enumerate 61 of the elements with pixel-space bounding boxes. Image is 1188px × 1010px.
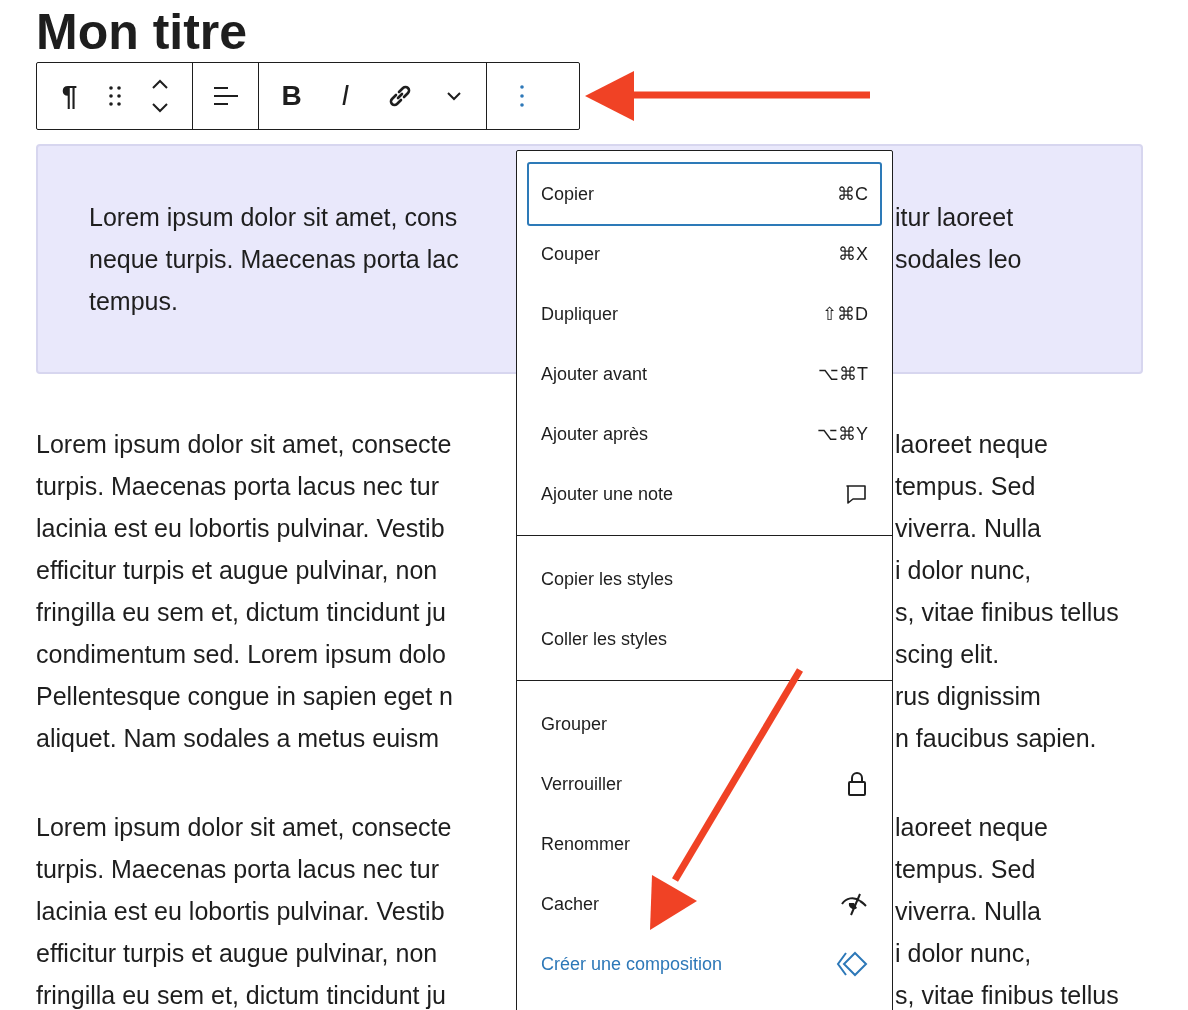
lock-icon [846, 771, 868, 797]
paragraph-text: s, vitae finibus tellus [895, 980, 1120, 1010]
chevron-down-icon [445, 91, 462, 101]
paragraph-text: laoreet neque [895, 429, 1049, 459]
paragraph-text: viverra. Nulla [895, 896, 1042, 926]
menu-item[interactable]: Copier ⌘C [527, 162, 882, 226]
hidden-eye-icon [840, 891, 868, 917]
paragraph-text: sodales leo [895, 244, 1023, 274]
paragraph-text: Lorem ipsum dolor sit amet, consecte [36, 429, 453, 459]
paragraph-text: laoreet neque [895, 812, 1049, 842]
menu-item[interactable]: Ajouter après ⌥⌘Y [527, 404, 882, 464]
paragraph-text: efficitur turpis et augue pulvinar, non [36, 938, 439, 968]
menu-item[interactable]: Créer une composition [527, 934, 882, 994]
bold-button[interactable]: B [269, 72, 314, 120]
shortcut-text: ⇧⌘D [822, 303, 868, 325]
menu-item[interactable]: Copier les styles [527, 549, 882, 609]
comment-icon [844, 482, 868, 506]
paragraph-text: lacinia est eu lobortis pulvinar. Vestib [36, 896, 446, 926]
shortcut-text: ⌘X [838, 243, 868, 265]
drag-dots-icon [108, 85, 121, 107]
menu-item[interactable]: Couper ⌘X [527, 224, 882, 284]
menu-item[interactable]: Verrouiller [527, 754, 882, 814]
paragraph-text: aliquet. Nam sodales a metus euism [36, 723, 440, 753]
block-type-button[interactable]: ¶ [47, 72, 92, 120]
paragraph-text: tempus. [89, 286, 179, 316]
paragraph-text: tempus. Sed [895, 854, 1037, 884]
paragraph-text: Pellentesque congue in sapien eget n [36, 681, 454, 711]
menu-item[interactable]: Cacher [527, 874, 882, 934]
chevron-up-down-icon [149, 78, 170, 114]
paragraph-text: n faucibus sapien. [895, 723, 1098, 753]
diamond-icon [836, 951, 868, 977]
paragraph-text: fringilla eu sem et, dictum tincidunt ju [36, 980, 447, 1010]
align-left-icon [212, 85, 239, 107]
paragraph-text: i dolor nunc, [895, 555, 1033, 585]
menu-item[interactable]: Coller les styles [527, 609, 882, 669]
paragraph-text: tempus. Sed [895, 471, 1037, 501]
paragraph-text: lacinia est eu lobortis pulvinar. Vestib [36, 513, 446, 543]
paragraph-text: viverra. Nulla [895, 513, 1042, 543]
paragraph-text: i dolor nunc, [895, 938, 1033, 968]
shortcut-text: ⌥⌘Y [817, 423, 868, 445]
paragraph-text: turpis. Maecenas porta lacus nec tur [36, 471, 440, 501]
menu-item[interactable]: Grouper [527, 694, 882, 754]
paragraph-text: scing elit. [895, 639, 1001, 669]
paragraph-text: condimentum sed. Lorem ipsum dolo [36, 639, 447, 669]
paragraph-text: Lorem ipsum dolor sit amet, consecte [36, 812, 453, 842]
paragraph-text: neque turpis. Maecenas porta lac [89, 244, 460, 274]
menu-item[interactable]: Dupliquer ⇧⌘D [527, 284, 882, 344]
shortcut-text: ⌘C [837, 183, 868, 205]
italic-button[interactable]: I [323, 72, 368, 120]
shortcut-text: ⌥⌘T [818, 363, 868, 385]
paragraph-text: s, vitae finibus tellus [895, 597, 1120, 627]
paragraph-text: efficitur turpis et augue pulvinar, non [36, 555, 439, 585]
paragraph-text: turpis. Maecenas porta lacus nec tur [36, 854, 440, 884]
menu-item[interactable]: Renommer [527, 814, 882, 874]
paragraph-text: rus dignissim [895, 681, 1042, 711]
menu-item[interactable]: Ajouter avant ⌥⌘T [527, 344, 882, 404]
post-title: Mon titre [36, 3, 248, 60]
menu-item[interactable]: Ajouter une note [527, 464, 882, 524]
paragraph-text: fringilla eu sem et, dictum tincidunt ju [36, 597, 447, 627]
paragraph-text: Lorem ipsum dolor sit amet, cons [89, 202, 459, 232]
paragraph-text: itur laoreet [895, 202, 1015, 232]
